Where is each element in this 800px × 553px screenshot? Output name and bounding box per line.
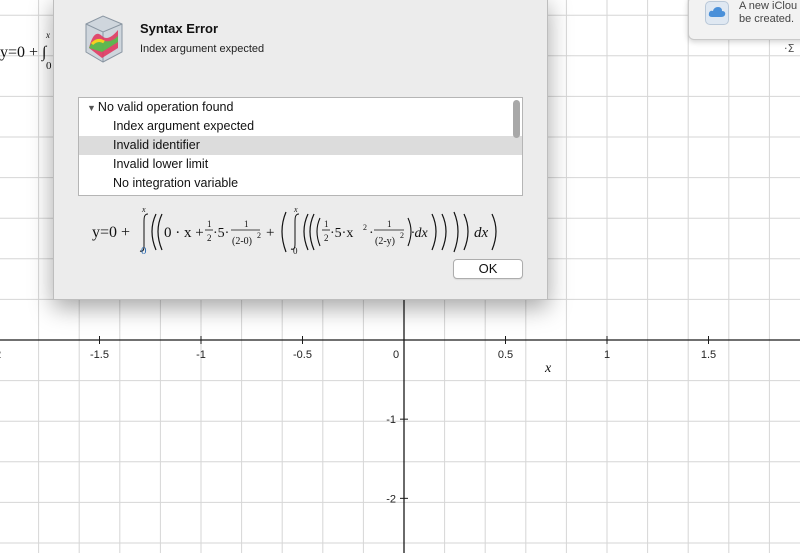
frac-half-num: 1: [207, 219, 212, 229]
formula-inner-upper: x: [293, 205, 298, 214]
grapher-app-icon: [85, 15, 123, 63]
syntax-error-dialog: Syntax Error Index argument expected ▼ No…: [53, 0, 548, 300]
x-tick-label: 0.5: [498, 349, 513, 361]
equation-main: y=0 + ∫: [0, 44, 47, 61]
frac1-num: 1: [244, 219, 249, 229]
formula-inner-lower: 0: [293, 246, 298, 256]
dialog-title: Syntax Error: [140, 21, 219, 36]
x-tick-label: -0.5: [293, 349, 312, 361]
dialog-message: Index argument expected: [140, 43, 265, 55]
frac-half-num-2: 1: [324, 219, 329, 229]
graph-tick-labels: 2 -1.5 -1 -0.5 0 0.5 1 1.5 -1 -2: [0, 349, 716, 505]
notification-line-2: be created.: [739, 13, 795, 25]
error-tree-list[interactable]: ▼ No valid operation found Index argument…: [78, 97, 523, 196]
tree-item[interactable]: Index argument expected: [79, 117, 522, 136]
sum-button[interactable]: ·Σ: [784, 42, 794, 55]
x-axis-label: x: [544, 361, 552, 376]
formula-term1: 0 · x +: [164, 225, 204, 241]
formula-outer-lower: 0: [141, 245, 147, 257]
frac2-num: 1: [387, 219, 392, 229]
x-tick-label: 1.5: [701, 349, 716, 361]
formula-five: ·5·: [213, 226, 229, 241]
x2-exp: 2: [363, 223, 367, 232]
x-tick-label: 1: [604, 349, 610, 361]
disclosure-triangle-icon[interactable]: ▼: [87, 103, 96, 113]
frac-half-den-2: 2: [324, 233, 329, 243]
formula-x2: ·5·x: [330, 226, 353, 241]
frac1-den: (2-0): [232, 236, 252, 247]
integral-lower-limit: 0: [46, 60, 52, 72]
formula-lhs: y=0 +: [92, 224, 130, 241]
x-tick-label: 0: [393, 349, 399, 361]
formula-plus: +: [266, 225, 274, 241]
frac1-den-exp: 2: [257, 231, 261, 240]
tree-item-parent[interactable]: ▼ No valid operation found: [79, 98, 522, 117]
inner-integral-sign: [290, 213, 300, 250]
outer-dx: dx: [474, 225, 489, 241]
error-formula: y=0 + x 0 0 · x + 1 2 ·5· 1 (2-0) 2 + x …: [92, 205, 497, 257]
tree-item-label: Invalid identifier: [113, 138, 200, 152]
frac2-den-exp: 2: [400, 231, 404, 240]
tree-item-label: No valid operation found: [97, 100, 234, 114]
tree-item-selected[interactable]: Invalid identifier: [79, 136, 522, 155]
tree-item[interactable]: No integration variable: [79, 174, 522, 193]
icloud-notification[interactable]: A new iClou be created.: [688, 0, 800, 40]
x-tick-label: -1: [196, 349, 206, 361]
list-scrollbar[interactable]: [513, 100, 520, 138]
tree-item-label: Index argument expected: [113, 119, 255, 133]
x-tick-label: 2: [0, 349, 1, 361]
notification-line-1: A new iClou: [739, 0, 798, 12]
paren-open: [151, 213, 157, 251]
y-tick-label: -2: [386, 493, 396, 505]
x-tick-label: -1.5: [90, 349, 109, 361]
icloud-icon: [705, 1, 729, 25]
ok-button[interactable]: OK: [453, 259, 523, 279]
tree-item[interactable]: Invalid lower limit: [79, 155, 522, 174]
integral-upper-limit: x: [46, 30, 50, 40]
y-tick-label: -1: [386, 414, 396, 426]
tree-item-label: Invalid lower limit: [113, 157, 209, 171]
paren-open: [157, 213, 163, 251]
formula-outer-upper: x: [141, 205, 146, 214]
frac2-den: (2-y): [375, 236, 395, 247]
frac-half-den: 2: [207, 233, 212, 243]
tree-item-label: No integration variable: [113, 176, 239, 190]
inner-dx: ·dx: [411, 226, 429, 241]
svg-text:·: ·: [369, 226, 374, 241]
